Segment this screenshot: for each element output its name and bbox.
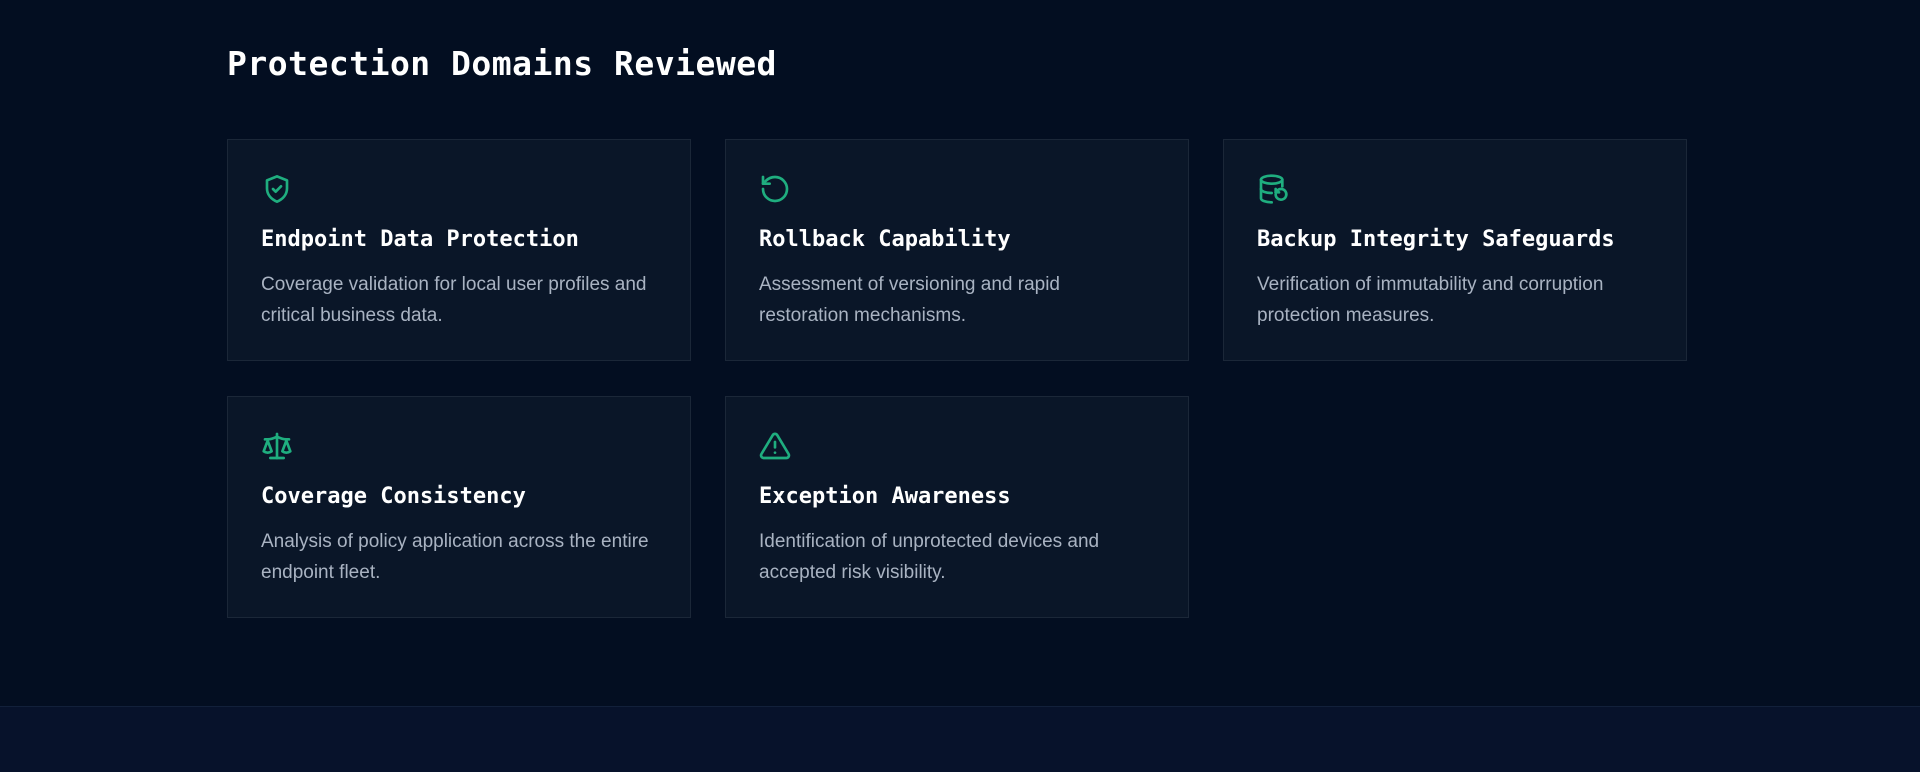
card-endpoint-data-protection: Endpoint Data Protection Coverage valida… (227, 139, 691, 361)
alert-triangle-icon (759, 430, 791, 462)
card-description: Analysis of policy application across th… (261, 531, 649, 583)
card-coverage-consistency: Coverage Consistency Analysis of policy … (227, 396, 691, 618)
database-restore-icon (1257, 173, 1289, 205)
card-description: Coverage validation for local user profi… (261, 274, 647, 326)
footer-band (0, 706, 1920, 772)
card-backup-integrity-safeguards: Backup Integrity Safeguards Verification… (1223, 139, 1687, 361)
card-description: Verification of immutability and corrupt… (1257, 274, 1604, 326)
card-title: Exception Awareness (759, 484, 1011, 509)
card-title: Endpoint Data Protection (261, 227, 579, 252)
scale-icon (261, 430, 293, 462)
card-exception-awareness: Exception Awareness Identification of un… (725, 396, 1189, 618)
card-description: Assessment of versioning and rapid resto… (759, 274, 1060, 326)
card-title: Backup Integrity Safeguards (1257, 227, 1615, 252)
card-title: Coverage Consistency (261, 484, 526, 509)
card-title: Rollback Capability (759, 227, 1011, 252)
card-description: Identification of unprotected devices an… (759, 531, 1100, 583)
rotate-ccw-icon (759, 173, 791, 205)
card-rollback-capability: Rollback Capability Assessment of versio… (725, 139, 1189, 361)
section-title: Protection Domains Reviewed (227, 44, 777, 83)
shield-check-icon (261, 173, 293, 205)
protection-domains-section: Protection Domains Reviewed Endpoint Dat… (0, 0, 1920, 706)
